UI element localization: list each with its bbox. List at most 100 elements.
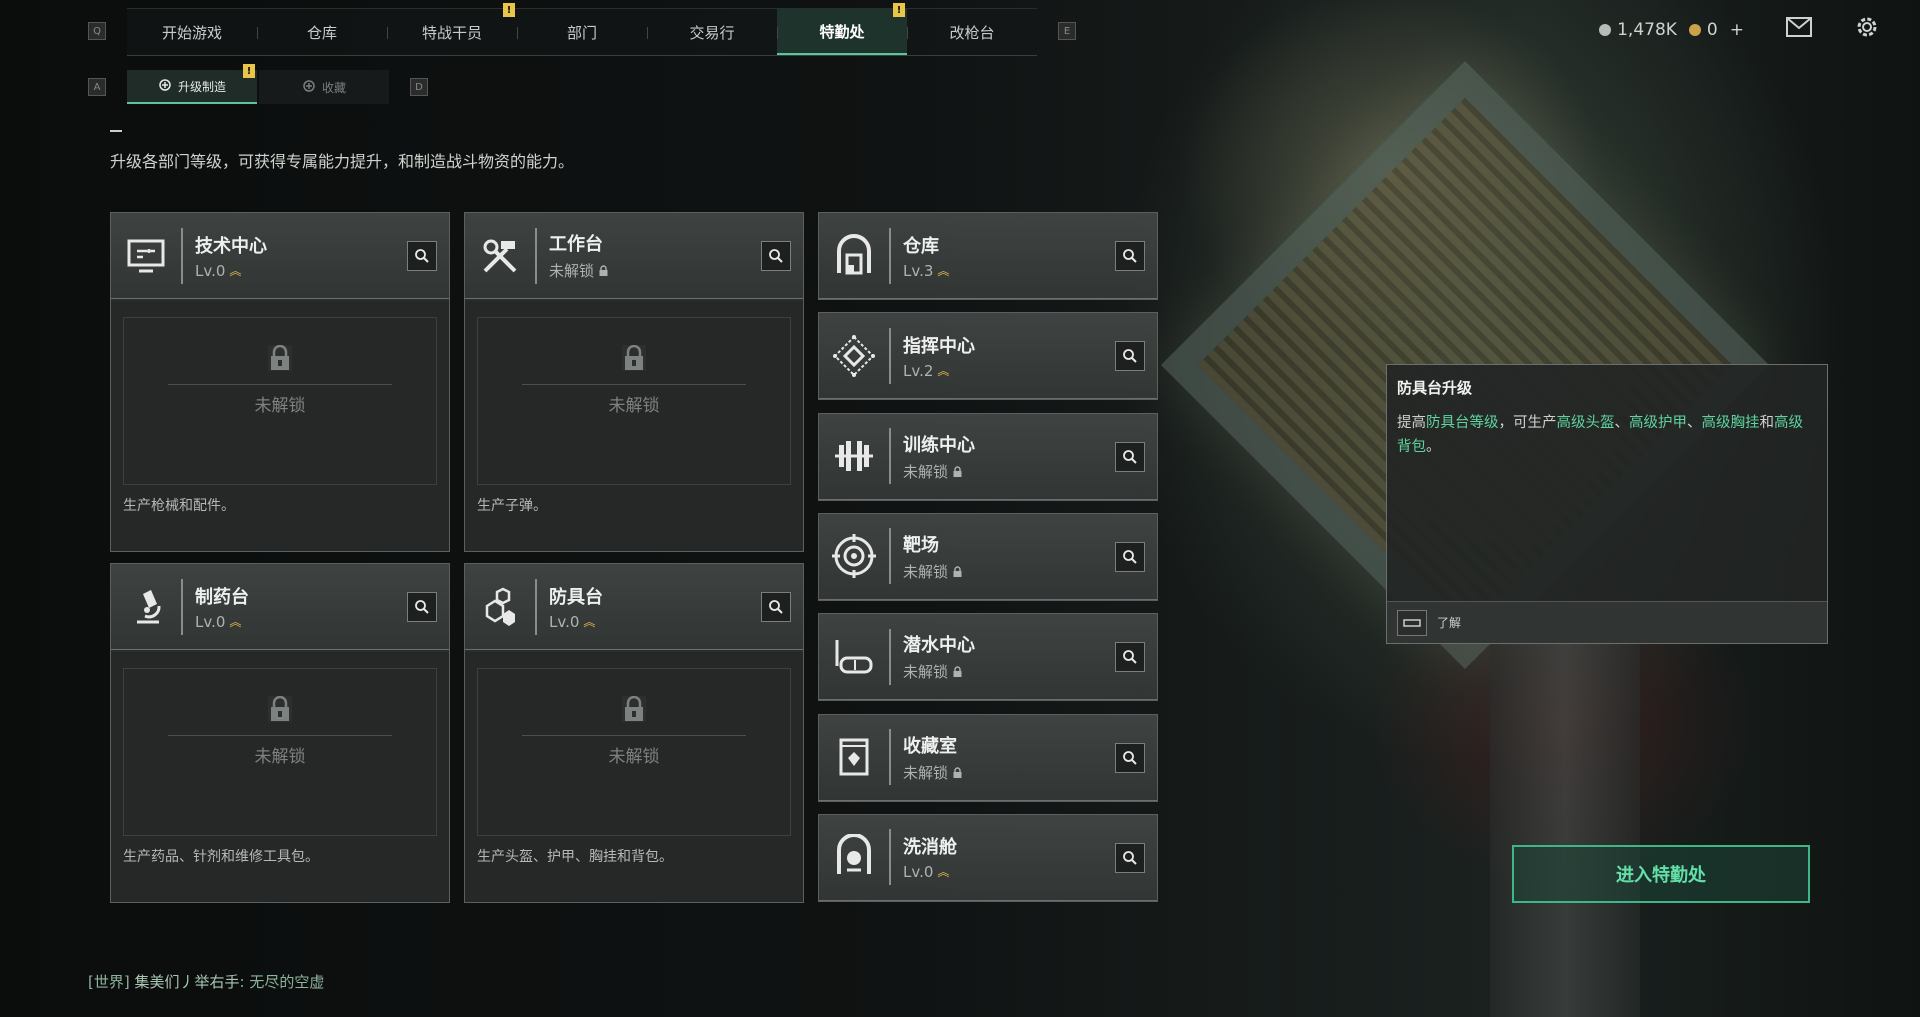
department-name: 训练中心: [903, 434, 975, 456]
tab-1[interactable]: 仓库: [257, 9, 387, 55]
lock-icon: [622, 344, 646, 371]
gold-amount: 0: [1706, 19, 1718, 40]
card-header[interactable]: 收藏室 未解锁: [819, 714, 1157, 801]
subnav-prev-key[interactable]: A: [88, 78, 106, 96]
desc-text: 提高: [1397, 415, 1426, 431]
tab-label: 交易行: [689, 23, 735, 42]
tooltip-description: 提高防具台等级，可生产高级头盔、高级护甲、高级胸挂和高级背包。: [1397, 411, 1813, 459]
department-card[interactable]: 工作台 未解锁 未解锁生产子弹。: [464, 212, 804, 552]
desc-text: 和: [1759, 415, 1775, 431]
divider: [168, 384, 392, 385]
department-card[interactable]: 收藏室 未解锁: [818, 713, 1158, 802]
background-pillar: [1490, 620, 1640, 1017]
enter-special-ops-button[interactable]: 进入特勤处: [1512, 845, 1810, 903]
card-header[interactable]: 洗消舱 Lv.0 ︽: [819, 814, 1157, 901]
card-header[interactable]: 防具台 Lv.0 ︽: [465, 564, 803, 650]
search-icon[interactable]: [407, 592, 437, 622]
decon-icon: [819, 814, 889, 900]
warehouse-icon: [819, 213, 889, 299]
add-currency-button[interactable]: +: [1730, 20, 1744, 40]
lock-icon: [953, 766, 962, 778]
header-separator: [889, 528, 891, 585]
card-header[interactable]: 指挥中心 Lv.2 ︽: [819, 313, 1157, 400]
search-icon[interactable]: [1115, 642, 1145, 673]
lock-icon: [622, 695, 646, 722]
highlight-text: 高级护甲: [1629, 415, 1687, 431]
top-right-bar: 1,478K 0 +: [1599, 14, 1880, 45]
search-icon[interactable]: [1115, 441, 1145, 472]
production-description: 生产子弹。: [477, 498, 547, 514]
locked-production-slot: 未解锁: [477, 668, 791, 836]
search-icon[interactable]: [761, 241, 791, 271]
tab-2[interactable]: 特战干员!: [387, 3, 517, 55]
production-description: 生产枪械和配件。: [123, 498, 235, 514]
tab-0[interactable]: 开始游戏: [127, 9, 257, 55]
upgrade-icon: [158, 78, 172, 95]
diving-mask-icon: [819, 614, 889, 700]
level-text: Lv.2: [903, 361, 934, 380]
card-header[interactable]: 训练中心 未解锁: [819, 413, 1157, 500]
mail-icon[interactable]: [1786, 17, 1812, 42]
tab-5[interactable]: 特勤处!: [777, 3, 907, 55]
top-nav: 开始游戏 仓库 特战干员! 部门 交易行 特勤处! 改枪台: [127, 3, 1037, 56]
divider: [168, 735, 392, 736]
department-name: 制药台: [195, 586, 249, 608]
department-status: Lv.0 ︽: [195, 262, 267, 280]
card-header[interactable]: 工作台 未解锁: [465, 213, 803, 299]
card-header[interactable]: 靶场 未解锁: [819, 513, 1157, 600]
command-icon: [819, 313, 889, 399]
department-card[interactable]: 指挥中心 Lv.2 ︽: [818, 312, 1158, 401]
settings-gear-icon[interactable]: [1854, 14, 1880, 45]
production-description: 生产头盔、护甲、胸挂和背包。: [477, 849, 673, 865]
department-status: Lv.2 ︽: [903, 362, 975, 380]
search-icon[interactable]: [407, 241, 437, 271]
department-card[interactable]: 防具台 Lv.0 ︽ 未解锁 生产头盔、护甲、胸挂和背包。: [464, 563, 804, 903]
tab-label: 改枪台: [949, 23, 995, 42]
department-card[interactable]: 潜水中心 未解锁: [818, 613, 1158, 702]
desc-text: 、: [1614, 415, 1630, 431]
department-card[interactable]: 洗消舱 Lv.0 ︽: [818, 813, 1158, 902]
subnav-next-key[interactable]: D: [410, 78, 428, 96]
card-header[interactable]: 技术中心 Lv.0 ︽: [111, 213, 449, 299]
card-body: 未解锁生产头盔、护甲、胸挂和背包。: [465, 652, 803, 902]
lock-icon: [953, 465, 962, 477]
subtab-1[interactable]: 收藏: [259, 70, 389, 104]
header-separator: [889, 227, 891, 284]
silver-coin-icon: [1599, 23, 1612, 36]
status-text: 未解锁: [549, 262, 595, 280]
header-separator: [889, 327, 891, 384]
tab-4[interactable]: 交易行: [647, 9, 777, 55]
locked-production-slot: 未解锁: [123, 668, 437, 836]
card-header[interactable]: 潜水中心 未解锁: [819, 614, 1157, 701]
nav-next-key[interactable]: E: [1058, 22, 1076, 40]
search-icon[interactable]: [1115, 742, 1145, 773]
chat-line: [世界] 集美们丿举右手: 无尽的空虚: [88, 973, 325, 991]
search-icon[interactable]: [1115, 541, 1145, 572]
search-icon[interactable]: [761, 592, 791, 622]
tab-3[interactable]: 部门: [517, 9, 647, 55]
department-card[interactable]: 靶场 未解锁: [818, 512, 1158, 601]
nav-prev-key[interactable]: Q: [88, 22, 106, 40]
upgrade-chevron-icon: ︽: [937, 865, 949, 880]
level-text: Lv.3: [903, 261, 934, 280]
card-header[interactable]: 制药台 Lv.0 ︽: [111, 564, 449, 650]
card-header[interactable]: 仓库 Lv.3 ︽: [819, 213, 1157, 299]
learn-more-button[interactable]: 了解: [1437, 614, 1461, 631]
department-card[interactable]: 仓库 Lv.3 ︽: [818, 212, 1158, 300]
tab-6[interactable]: 改枪台: [907, 9, 1037, 55]
chat-sender[interactable]: 集美们丿举右手: [135, 973, 240, 991]
search-icon[interactable]: [1115, 341, 1145, 372]
search-icon[interactable]: [1115, 241, 1145, 271]
tooltip-title: 防具台升级: [1397, 379, 1473, 397]
department-name: 收藏室: [903, 735, 957, 757]
department-name: 靶场: [903, 534, 939, 556]
subtab-0[interactable]: 升级制造!: [127, 64, 257, 104]
search-icon[interactable]: [1115, 842, 1145, 873]
level-text: Lv.0: [903, 863, 934, 882]
gold-coin-icon: [1688, 23, 1701, 36]
upgrade-chevron-icon: ︽: [937, 263, 949, 278]
department-card[interactable]: 技术中心 Lv.0 ︽ 未解锁 生产枪械和配件。: [110, 212, 450, 552]
department-card[interactable]: 制药台 Lv.0 ︽ 未解锁 生产药品、针剂和维修工具包。: [110, 563, 450, 903]
department-card[interactable]: 训练中心 未解锁: [818, 412, 1158, 501]
status-text: 未解锁: [903, 562, 949, 581]
